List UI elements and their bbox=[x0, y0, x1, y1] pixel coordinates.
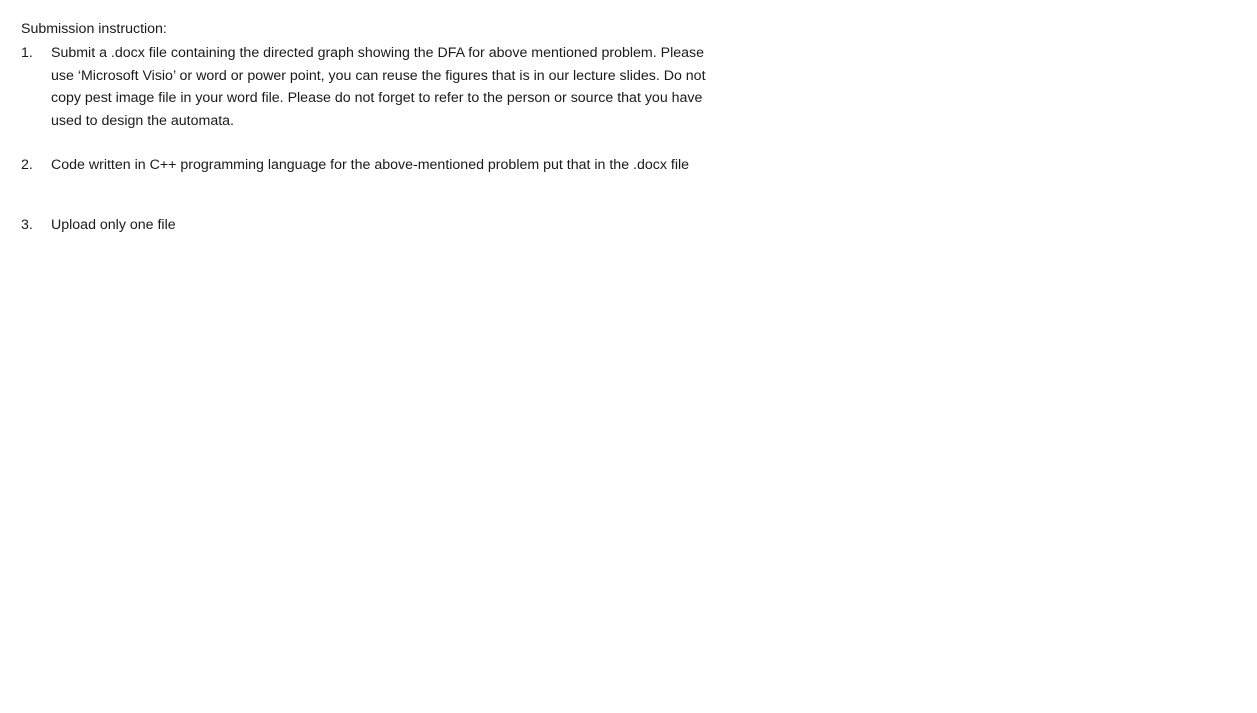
section-heading: Submission instruction: bbox=[21, 21, 167, 37]
item-text-line: Submit a .docx file containing the direc… bbox=[51, 45, 705, 61]
item-number: 1. bbox=[21, 45, 33, 61]
item-text-line: used to design the automata. bbox=[51, 112, 234, 129]
item-text-line: Code written in C++ programming language… bbox=[51, 157, 690, 173]
item-text-line: Upload only one file bbox=[51, 217, 176, 233]
item-text-line: copy pest image file in your word file. … bbox=[51, 90, 703, 106]
item-text-line: use ‘Microsoft Visio’ or word or power p… bbox=[51, 67, 706, 84]
item-number: 3. bbox=[21, 217, 33, 233]
item-number: 2. bbox=[21, 157, 33, 173]
